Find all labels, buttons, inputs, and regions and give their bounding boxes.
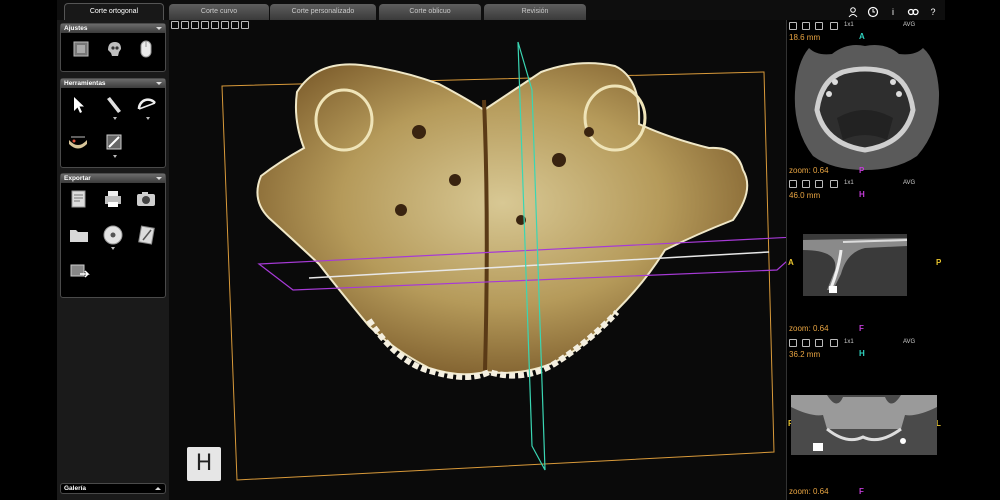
collapse-icon[interactable] <box>156 27 162 30</box>
app-window: Corte ortogonal Corte curvo Corte person… <box>57 0 945 500</box>
sagittal-view[interactable]: 1x1 AVG 46.0 mm H A P zoom: 0.64 F <box>787 178 945 338</box>
collapse-icon[interactable] <box>156 177 162 180</box>
sagittal-image <box>803 234 908 296</box>
zoom-label: zoom: 0.64 <box>789 324 829 333</box>
tab-corte-oblicuo[interactable]: Corte oblicuo <box>379 4 481 20</box>
exportar-panel: Exportar <box>60 173 166 298</box>
ruler-icon[interactable] <box>103 94 125 116</box>
ajustes-header[interactable]: Ajustes <box>61 24 165 33</box>
tab-revision[interactable]: Revisión <box>484 4 586 20</box>
galeria-panel[interactable]: Galería <box>60 483 166 494</box>
collapse-icon[interactable] <box>156 82 162 85</box>
protractor-icon[interactable] <box>136 94 158 116</box>
marker-bottom: F <box>859 324 864 333</box>
ajustes-panel: Ajustes <box>60 23 166 72</box>
zoom-label: zoom: 0.64 <box>789 166 829 175</box>
clock-icon[interactable] <box>867 6 879 18</box>
mouse-icon[interactable] <box>135 38 157 60</box>
link-icon[interactable] <box>907 6 919 18</box>
exportar-title: Exportar <box>64 175 91 182</box>
right-panel: 1x1 AVG 18.6 mm A R L zoom: 0.64 P 1x1 A… <box>786 20 945 500</box>
pen-icon[interactable] <box>103 131 125 153</box>
camera-icon[interactable] <box>135 188 157 210</box>
help-icon[interactable]: ? <box>927 6 939 18</box>
orientation-cube[interactable]: H <box>187 447 221 481</box>
ajustes-title: Ajustes <box>64 25 88 32</box>
tab-corte-curvo[interactable]: Corte curvo <box>169 4 269 20</box>
volume-render <box>221 41 786 481</box>
cd-icon[interactable] <box>102 224 124 246</box>
print-icon[interactable] <box>102 188 124 210</box>
axial-view[interactable]: 1x1 AVG 18.6 mm A R L zoom: 0.64 P <box>787 20 945 180</box>
info-icon[interactable]: i <box>887 6 899 18</box>
herramientas-header[interactable]: Herramientas <box>61 79 165 88</box>
axial-image <box>787 45 945 180</box>
herramientas-panel: Herramientas <box>60 78 166 168</box>
galeria-title: Galería <box>64 485 87 492</box>
exportar-header[interactable]: Exportar <box>61 174 165 183</box>
dropdown-icon[interactable] <box>113 155 117 158</box>
density-icon[interactable] <box>70 38 92 60</box>
folder-icon[interactable] <box>68 224 90 246</box>
herramientas-title: Herramientas <box>64 80 106 87</box>
skull-icon[interactable] <box>103 38 125 60</box>
zoom-label: zoom: 0.64 <box>789 487 829 496</box>
tab-bar: Corte ortogonal Corte curvo Corte person… <box>57 0 945 20</box>
tab-corte-personalizado[interactable]: Corte personalizado <box>270 4 376 20</box>
dropdown-icon[interactable] <box>113 117 117 120</box>
coronal-view[interactable]: 1x1 AVG 36.2 mm H R L zoom: 0.64 F <box>787 337 945 500</box>
user-icon[interactable] <box>847 6 859 18</box>
report-icon[interactable] <box>68 188 90 210</box>
skull-volume <box>256 62 749 376</box>
pointer-icon[interactable] <box>68 94 90 116</box>
sidebar: Ajustes Herramientas Exportar Galería <box>57 20 169 500</box>
notes-icon[interactable] <box>135 224 157 246</box>
dropdown-icon[interactable] <box>146 117 150 120</box>
coronal-image <box>791 395 937 455</box>
expand-icon[interactable] <box>155 487 161 490</box>
jaw-icon[interactable] <box>67 131 89 153</box>
tab-corte-ortogonal[interactable]: Corte ortogonal <box>64 3 164 20</box>
marker-bottom: P <box>859 166 865 175</box>
marker-bottom: F <box>859 487 864 496</box>
dropdown-icon[interactable] <box>111 247 115 250</box>
export-image-icon[interactable] <box>68 261 90 283</box>
3d-viewport[interactable]: H <box>169 20 786 500</box>
top-tools: i ? <box>847 6 939 18</box>
